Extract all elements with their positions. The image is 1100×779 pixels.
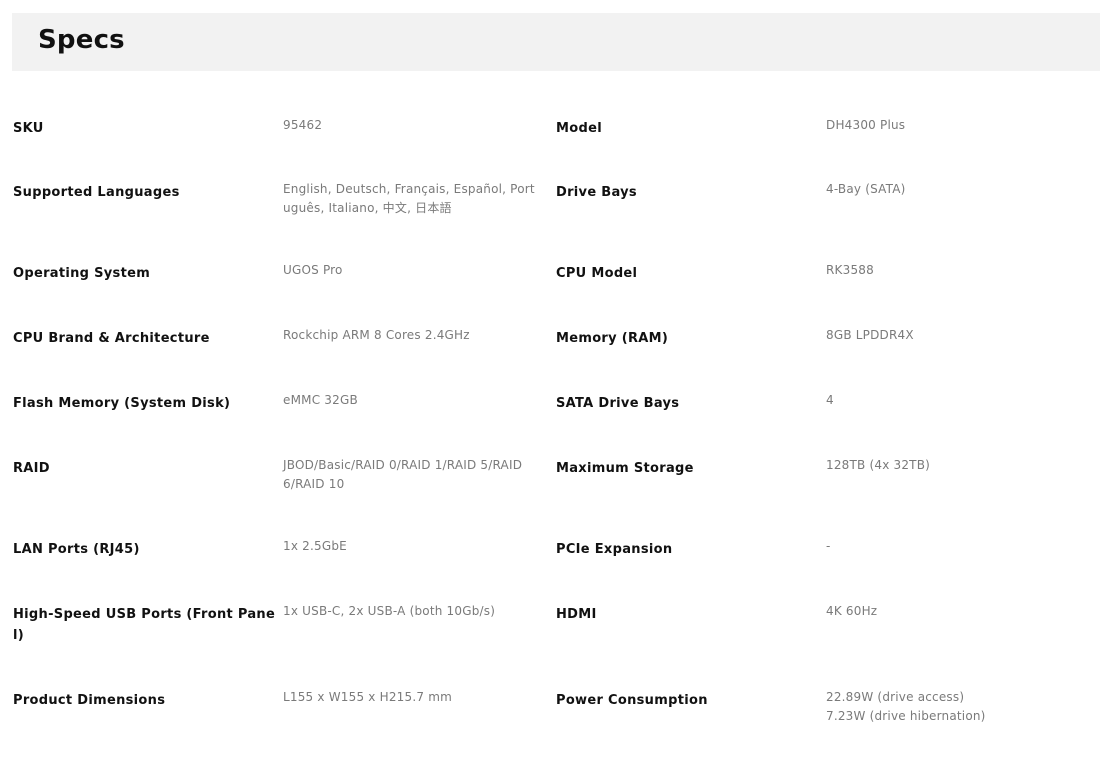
spec-value-hdmi: 4K 60Hz [826,604,878,618]
spec-value-product-dimensions: L155 x W155 x H215.7 mm [283,690,452,704]
specs-header: Specs [12,13,1100,71]
spec-value-pcie-expansion: - [826,539,831,553]
spec-label-supported-languages: Supported Languages [13,185,180,200]
spec-label-memory: Memory (RAM) [556,331,669,346]
spec-value-supported-languages: English, Deutsch, Français, Español, Por… [283,182,535,215]
spec-label-flash-memory: Flash Memory (System Disk) [13,396,231,411]
spec-label-operating-system: Operating System [13,266,151,281]
spec-value-flash-memory: eMMC 32GB [283,393,358,407]
spec-label-usb-ports: High-Speed USB Ports (Front Panel) [13,607,276,643]
spec-label-cpu-brand: CPU Brand & Architecture [13,331,210,346]
spec-label-sku: SKU [13,121,44,136]
spec-label-raid: RAID [13,461,50,476]
spec-label-pcie-expansion: PCIe Expansion [556,542,673,557]
spec-label-model: Model [556,121,602,136]
spec-value-sata-drive-bays: 4 [826,393,834,407]
spec-value-power-consumption: 22.89W (drive access) 7.23W (drive hiber… [826,690,986,723]
spec-value-operating-system: UGOS Pro [283,263,343,277]
spec-label-power-consumption: Power Consumption [556,693,708,708]
spec-value-lan-ports: 1x 2.5GbE [283,539,347,553]
spec-label-maximum-storage: Maximum Storage [556,461,694,476]
spec-value-sku: 95462 [283,118,323,132]
spec-label-cpu-model: CPU Model [556,266,638,281]
spec-value-raid: JBOD/Basic/RAID 0/RAID 1/RAID 5/RAID 6/R… [283,458,523,491]
spec-label-hdmi: HDMI [556,607,597,622]
spec-label-lan-ports: LAN Ports (RJ45) [13,542,140,557]
spec-value-cpu-brand: Rockchip ARM 8 Cores 2.4GHz [283,328,470,342]
spec-label-drive-bays: Drive Bays [556,185,637,200]
spec-label-sata-drive-bays: SATA Drive Bays [556,396,680,411]
spec-label-product-dimensions: Product Dimensions [13,693,166,708]
spec-value-model: DH4300 Plus [826,118,906,132]
spec-value-usb-ports: 1x USB-C, 2x USB-A (both 10Gb/s) [283,604,496,618]
spec-value-memory: 8GB LPDDR4X [826,328,914,342]
spec-value-maximum-storage: 128TB (4x 32TB) [826,458,931,472]
spec-value-cpu-model: RK3588 [826,263,874,277]
page-title: Specs [38,25,125,55]
spec-value-drive-bays: 4-Bay (SATA) [826,182,906,196]
